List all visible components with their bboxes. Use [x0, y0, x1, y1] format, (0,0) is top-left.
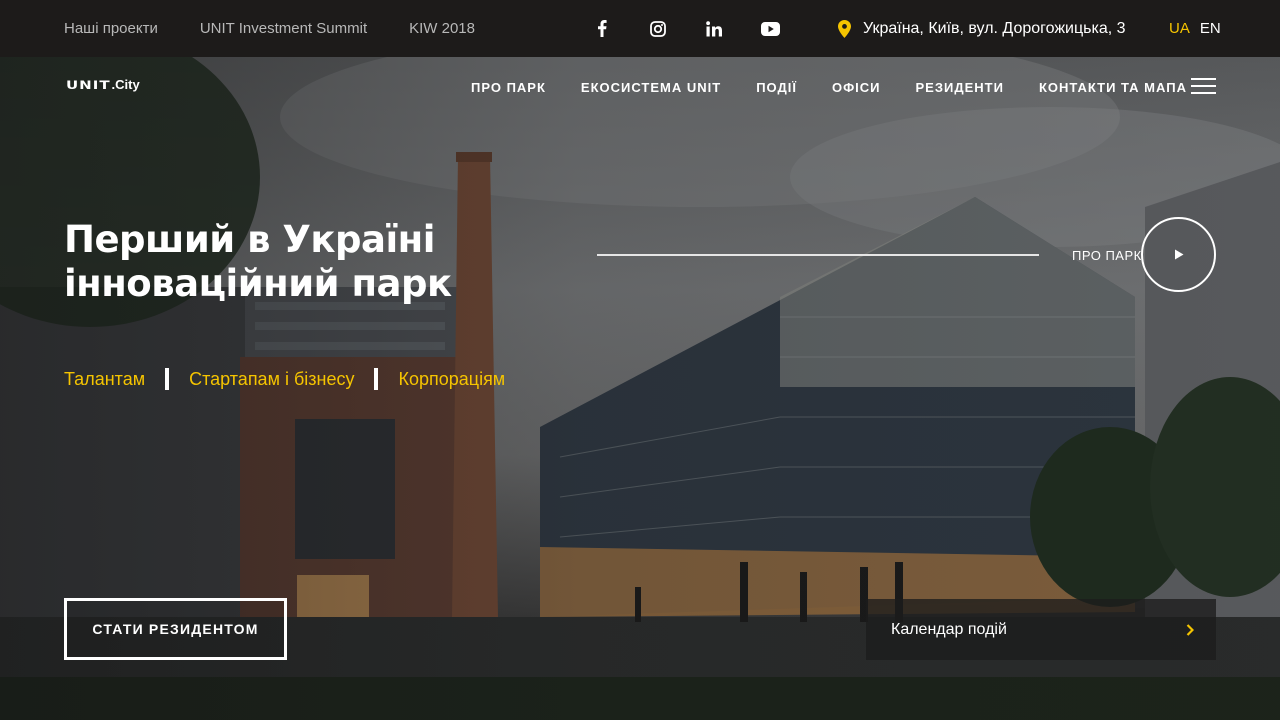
- link-investment-summit[interactable]: UNIT Investment Summit: [200, 20, 367, 37]
- instagram-icon[interactable]: [646, 17, 670, 41]
- play-video-button[interactable]: [1141, 217, 1216, 292]
- lang-en[interactable]: EN: [1200, 20, 1221, 37]
- chevron-right-icon: [1186, 623, 1194, 636]
- social-links: [590, 0, 814, 57]
- link-our-projects[interactable]: Наші проекти: [64, 20, 158, 37]
- audience-startups[interactable]: Стартапам і бізнесу: [189, 369, 354, 390]
- logo-city: .City: [111, 77, 140, 92]
- facebook-icon[interactable]: [590, 17, 614, 41]
- nav-residents[interactable]: РЕЗИДЕНТИ: [916, 80, 1004, 95]
- nav-events[interactable]: ПОДІЇ: [756, 80, 797, 95]
- hero-title-line1: Перший в Україні: [64, 218, 435, 261]
- hero-title-line2: інноваційний парк: [64, 262, 452, 305]
- divider: [374, 368, 379, 390]
- nav-ecosystem[interactable]: ЕКОСИСТЕМА UNIT: [581, 80, 721, 95]
- address-text: Україна, Київ, вул. Дорогожицька, 3: [863, 19, 1126, 37]
- top-bar: Наші проекти UNIT Investment Summit KIW …: [0, 0, 1280, 57]
- logo-unit: UNIT: [66, 78, 111, 92]
- nav-contacts-map[interactable]: КОНТАКТИ ТА МАПА: [1039, 80, 1187, 95]
- location-pin-icon: [838, 19, 851, 38]
- audience-talents[interactable]: Талантам: [64, 369, 145, 390]
- address: Україна, Київ, вул. Дорогожицька, 3: [838, 0, 1126, 57]
- top-links: Наші проекти UNIT Investment Summit KIW …: [64, 0, 517, 57]
- about-line: [597, 254, 1039, 256]
- nav-about-park[interactable]: ПРО ПАРК: [471, 80, 546, 95]
- language-switcher: UA EN: [1169, 0, 1231, 57]
- hamburger-menu-icon[interactable]: [1191, 78, 1216, 96]
- nav-offices[interactable]: ОФІСИ: [832, 80, 881, 95]
- about-park-label[interactable]: ПРО ПАРК: [1072, 248, 1142, 263]
- main-nav: ПРО ПАРК ЕКОСИСТЕМА UNIT ПОДІЇ ОФІСИ РЕЗ…: [471, 80, 1222, 95]
- play-icon: [1174, 249, 1183, 260]
- audience-links: Талантам Стартапам і бізнесу Корпораціям: [64, 368, 505, 390]
- events-calendar-label: Календар подій: [891, 620, 1007, 638]
- events-calendar-button[interactable]: Календар подій: [866, 599, 1216, 660]
- become-resident-button[interactable]: СТАТИ РЕЗИДЕНТОМ: [64, 598, 287, 660]
- link-kiw-2018[interactable]: KIW 2018: [409, 20, 475, 37]
- hero-title: Перший в Україні інноваційний парк: [64, 218, 584, 306]
- youtube-icon[interactable]: [758, 17, 782, 41]
- audience-corporations[interactable]: Корпораціям: [398, 369, 505, 390]
- divider: [165, 368, 170, 390]
- unit-city-logo[interactable]: UNIT .City: [66, 78, 140, 92]
- lang-ua[interactable]: UA: [1169, 20, 1190, 37]
- linkedin-icon[interactable]: [702, 17, 726, 41]
